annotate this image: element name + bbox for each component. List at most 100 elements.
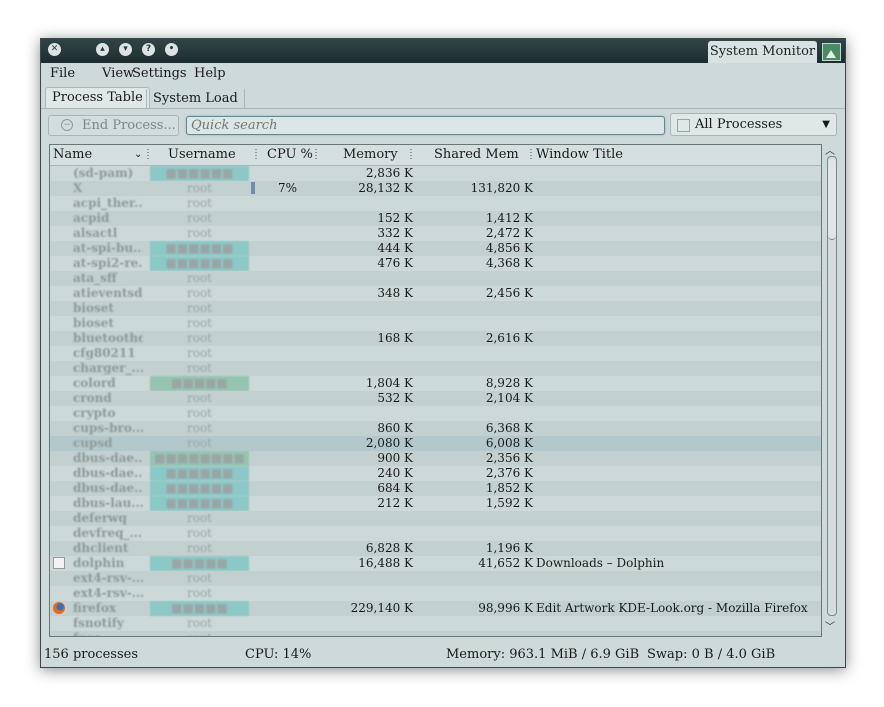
process-username: ■■■■■ [150, 556, 249, 571]
table-row[interactable]: ext4-rsv-... root [50, 586, 821, 601]
process-memory: 152 K [377, 211, 413, 225]
menu-settings[interactable]: Settings [132, 66, 187, 81]
process-username: root [186, 286, 212, 300]
process-name: (sd-pam) [73, 166, 134, 180]
process-shared-mem: 2,472 K [485, 226, 533, 240]
process-username: root [186, 331, 212, 345]
table-row[interactable]: fsnotify root [50, 616, 821, 631]
table-row[interactable]: dbus-dae... ■■■■■■ 684 K 1,852 K [50, 481, 821, 496]
process-memory: 332 K [377, 226, 413, 240]
chevron-down-icon: ▼ [822, 119, 830, 130]
process-name: deferwq [73, 511, 127, 525]
column-header-name[interactable]: Name [53, 146, 92, 164]
table-row[interactable]: acpi_ther... root [50, 196, 821, 211]
table-row[interactable]: dbus-lau... ■■■■■■ 212 K 1,592 K [50, 496, 821, 511]
process-shared-mem: 1,412 K [485, 211, 533, 225]
process-name: ext4-rsv-... [73, 586, 143, 600]
table-row[interactable]: acpid root 152 K 1,412 K [50, 211, 821, 226]
scroll-down-icon[interactable]: ﹀ [825, 618, 835, 633]
window-title[interactable]: System Monitor [708, 41, 817, 63]
column-separator[interactable] [147, 149, 149, 160]
process-name: crypto [73, 406, 116, 420]
table-row[interactable]: at-spi-bu... ■■■■■■ 444 K 4,856 K [50, 241, 821, 256]
table-row[interactable]: cfg80211 root [50, 346, 821, 361]
column-header-window-title[interactable]: Window Title [536, 146, 623, 164]
menu-file[interactable]: File [50, 66, 75, 81]
process-filter-value: All Processes [695, 117, 783, 132]
close-icon[interactable]: ✕ [48, 43, 61, 56]
table-row[interactable]: Xroot 7% 28,132 K 131,820 K [50, 181, 821, 196]
menu-help[interactable]: Help [194, 66, 226, 81]
process-filter-select[interactable]: All Processes ▼ [670, 113, 837, 136]
table-row[interactable]: crond root 532 K 2,104 K [50, 391, 821, 406]
process-table[interactable]: Name ⌄ Username CPU % Memory Shared Mem … [49, 144, 822, 637]
help-icon[interactable]: ? [142, 43, 155, 56]
process-username: root [186, 271, 212, 285]
scroll-track[interactable] [827, 156, 837, 616]
process-memory: 2,080 K [365, 436, 413, 450]
table-row[interactable]: ata_sff root [50, 271, 821, 286]
title-bar[interactable]: ✕ ▴ ▾ ? • System Monitor [41, 39, 845, 63]
table-row[interactable]: crypto root [50, 406, 821, 421]
maximize-icon[interactable]: ▾ [119, 43, 132, 56]
process-username: ■■■■■ [150, 376, 249, 391]
table-row[interactable]: ext4-rsv-... root [50, 571, 821, 586]
table-row[interactable]: dhclient root 6,828 K 1,196 K [50, 541, 821, 556]
search-input[interactable] [186, 116, 665, 135]
tab-divider [41, 108, 845, 109]
table-row[interactable]: deferwq root [50, 511, 821, 526]
pin-icon[interactable]: • [165, 43, 178, 56]
process-username: root [186, 511, 212, 525]
end-process-label: End Process... [82, 118, 176, 133]
end-process-button[interactable]: − End Process... [48, 115, 179, 136]
column-header-shared-mem[interactable]: Shared Mem [434, 146, 519, 164]
table-row[interactable]: dolphin ■■■■■ 16,488 K 41,652 K Downloads – … [50, 556, 821, 571]
scroll-thumb[interactable] [828, 159, 836, 240]
process-name: cupsd [73, 436, 113, 450]
column-header-username[interactable]: Username [168, 146, 236, 164]
table-row[interactable]: charger_... root [50, 361, 821, 376]
sort-chevron-icon[interactable]: ⌄ [134, 146, 142, 164]
process-username: root [186, 616, 212, 630]
table-row[interactable]: at-spi2-re... ■■■■■■ 476 K 4,368 K [50, 256, 821, 271]
table-row[interactable]: dbus-dae... ■■■■■■■■ 900 K 2,356 K [50, 451, 821, 466]
table-row[interactable]: atieventsd root 348 K 2,456 K [50, 286, 821, 301]
process-username: ■■■■■■ [150, 256, 249, 271]
column-header-memory[interactable]: Memory [343, 146, 398, 164]
table-row[interactable]: dbus-dae... ■■■■■■ 240 K 2,376 K [50, 466, 821, 481]
column-separator[interactable] [530, 149, 532, 160]
table-row[interactable]: fuse root [50, 631, 821, 636]
table-row[interactable]: (sd-pam) ■■■■■■ 2,836 K [50, 166, 821, 181]
table-row[interactable]: bluetoothd root 168 K 2,616 K [50, 331, 821, 346]
column-separator[interactable] [255, 149, 257, 160]
table-row[interactable]: firefox ■■■■■ 229,140 K 98,996 K Edit Artwor… [50, 601, 821, 616]
table-row[interactable]: devfreq_... root [50, 526, 821, 541]
process-username: root [186, 526, 212, 540]
minimize-icon[interactable]: ▴ [96, 43, 109, 56]
menu-view[interactable]: View [102, 66, 134, 81]
process-cpu: 7% [277, 181, 297, 195]
scroll-up-icon[interactable]: ︿ [825, 142, 835, 157]
process-username: root [150, 631, 249, 636]
process-shared-mem: 1,196 K [485, 541, 533, 555]
column-separator[interactable] [410, 149, 412, 160]
process-shared-mem: 1,852 K [485, 481, 533, 495]
process-shared-mem: 4,856 K [485, 241, 533, 255]
column-separator[interactable] [315, 149, 317, 160]
table-row[interactable]: alsactl root 332 K 2,472 K [50, 226, 821, 241]
table-row[interactable]: bioset root [50, 316, 821, 331]
process-name: at-spi2-re... [73, 256, 143, 270]
process-shared-mem: 131,820 K [470, 181, 533, 195]
table-row[interactable]: cupsd root 2,080 K 6,008 K [50, 436, 821, 451]
process-username: root [186, 406, 212, 420]
tab-process-table[interactable]: Process Table [45, 87, 150, 109]
process-shared-mem: 4,368 K [485, 256, 533, 270]
table-row[interactable]: bioset root [50, 301, 821, 316]
process-shared-mem: 1,592 K [485, 496, 533, 510]
column-header-cpu[interactable]: CPU % [267, 146, 313, 164]
vertical-scrollbar[interactable]: ︿ ﹀ [823, 144, 838, 635]
table-row[interactable]: cups-bro... root 860 K 6,368 K [50, 421, 821, 436]
table-row[interactable]: colord ■■■■■ 1,804 K 8,928 K [50, 376, 821, 391]
process-username: ■■■■■■ [150, 241, 249, 256]
tab-system-load[interactable]: System Load [146, 89, 245, 108]
